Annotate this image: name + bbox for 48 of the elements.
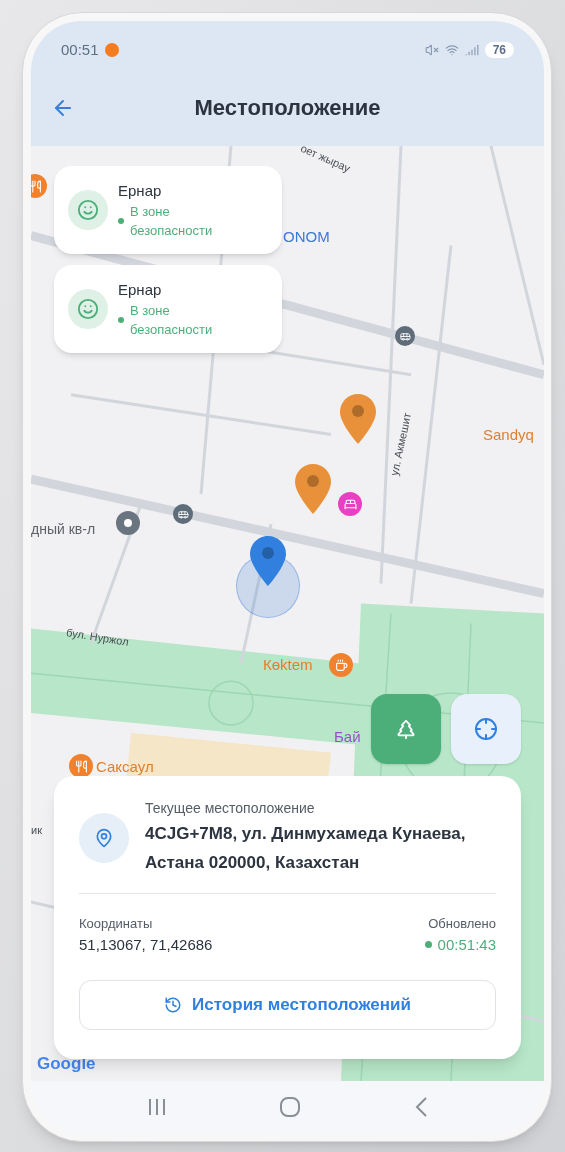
map-logo: Google [37, 1053, 96, 1075]
battery-indicator: 76 [484, 42, 514, 58]
history-button[interactable]: История местоположений [79, 980, 496, 1030]
location-pin-icon [79, 812, 129, 863]
home-icon[interactable] [279, 1096, 302, 1118]
child-avatar-icon [68, 289, 108, 329]
location-address: 4CJG+7M8, ул. Динмухамеда Кунаева, Астана 020000, Казахстан [145, 823, 467, 874]
child-name: Ернар [118, 279, 163, 300]
wifi-icon [444, 43, 459, 57]
child-card[interactable]: Ернар В зоне безопасности [54, 265, 282, 353]
tree-icon [395, 718, 417, 740]
map-label: ул. Акмешит [387, 411, 415, 478]
history-icon [164, 996, 183, 1014]
child-status: В зоне безопасности [130, 302, 214, 340]
place-marker-icon [116, 511, 140, 535]
my-location-button[interactable] [451, 694, 521, 764]
child-name: Ернар [118, 180, 163, 201]
map-label: Бай [334, 727, 361, 747]
back-icon[interactable] [413, 1096, 428, 1118]
map-label: Көktem [263, 655, 313, 675]
bus-stop-icon [395, 326, 415, 346]
coordinates-value: 51,13067, 71,42686 [79, 934, 213, 955]
page-title: Местоположение [194, 94, 381, 122]
park-button[interactable] [371, 694, 441, 764]
map-label: Sandyq [483, 425, 534, 445]
map-label: ONOM [283, 227, 330, 247]
map-label: бул. Нуржол [65, 625, 130, 650]
mute-icon [424, 43, 439, 57]
crosshair-icon [474, 717, 498, 741]
child-card[interactable]: Ернар В зоне безопасности [54, 166, 282, 254]
map-label: дный кв-л [31, 520, 96, 539]
recent-apps-icon[interactable] [147, 1098, 168, 1116]
bus-stop-icon [173, 504, 193, 524]
child-status: В зоне безопасности [130, 203, 214, 241]
updated-label: Обновлено [428, 915, 496, 933]
map-label: ик [31, 823, 42, 838]
updated-time: 00:51:43 [437, 934, 496, 955]
location-pin-icon [250, 536, 286, 586]
cafe-icon [329, 653, 353, 677]
map-pin-icon [340, 394, 376, 444]
child-avatar-icon [68, 190, 108, 230]
coordinates-label: Координаты [79, 915, 154, 933]
map-pin-icon [295, 464, 331, 514]
status-time: 00:51 [61, 39, 99, 60]
signal-icon [464, 43, 479, 57]
hotel-icon [338, 492, 362, 516]
map-label: Саксаул [96, 757, 154, 777]
location-title: Текущее местоположение [145, 799, 316, 818]
